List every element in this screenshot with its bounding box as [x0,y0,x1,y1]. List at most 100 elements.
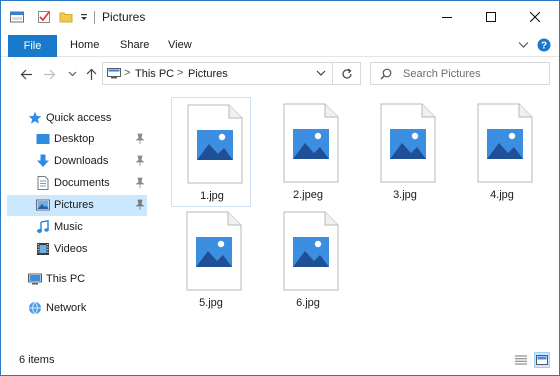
sidebar-item-network[interactable]: Network [7,298,147,319]
sidebar-item-label: Network [46,302,87,314]
this-pc-icon [107,68,121,79]
address-row: > This PC > Pictures Search Pictures [1,58,559,90]
pictures-icon [36,199,50,211]
large-icons-view-icon [536,355,548,365]
document-icon [37,176,49,190]
item-count: 6 items [19,354,55,366]
sidebar-item-downloads[interactable]: Downloads [7,151,147,172]
address-history-chevron-icon[interactable] [316,68,326,78]
sidebar-item-label: Documents [54,177,110,189]
status-bar: 6 items [1,347,559,375]
file-item[interactable]: 1.jpg [171,97,251,207]
file-item[interactable]: 5.jpg [171,205,251,315]
search-placeholder: Search Pictures [403,68,481,80]
download-arrow-icon [37,154,49,167]
file-item[interactable]: 2.jpeg [268,97,348,207]
recent-locations-button[interactable] [64,66,80,82]
image-file-icon [187,104,243,184]
tab-view[interactable]: View [168,39,192,51]
navigation-pane: Quick access Desktop Downloads Documents [1,91,151,341]
file-name: 1.jpg [200,190,224,202]
network-icon [29,301,41,315]
close-icon [530,12,540,22]
help-icon[interactable]: ? [537,38,551,52]
file-explorer-window: Pictures File Home Share View ? > This P… [0,0,560,376]
customize-quick-access-icon[interactable] [79,10,89,24]
file-name: 4.jpg [490,189,514,201]
image-file-icon [477,103,533,183]
breadcrumb-this-pc[interactable]: This PC [135,68,174,80]
tab-home[interactable]: Home [70,39,99,51]
search-input[interactable]: Search Pictures [370,62,550,85]
address-bar[interactable]: > This PC > Pictures [102,62,333,85]
pin-icon[interactable] [135,199,145,211]
svg-text:?: ? [541,41,547,52]
file-item[interactable]: 6.jpg [268,205,348,315]
breadcrumb-pictures[interactable]: Pictures [188,68,228,80]
sidebar-item-label: Videos [54,243,88,255]
pin-icon[interactable] [135,155,145,167]
back-button[interactable] [18,66,34,82]
details-view-icon [515,355,527,365]
file-name: 3.jpg [393,189,417,201]
sidebar-item-music[interactable]: Music [7,217,147,238]
file-item[interactable]: 3.jpg [365,97,445,207]
star-icon [28,111,42,124]
refresh-icon [341,68,352,79]
sidebar-item-label: Music [54,221,83,233]
maximize-icon [486,12,496,22]
chevron-down-icon [68,71,76,77]
search-icon [380,68,392,80]
maximize-button[interactable] [469,1,513,33]
close-button[interactable] [513,1,557,33]
tab-file[interactable]: File [8,35,57,57]
image-file-icon [186,211,242,291]
minimize-icon [442,17,452,18]
up-arrow-icon [86,68,96,80]
image-file-icon [380,103,436,183]
file-name: 2.jpeg [293,189,323,201]
back-arrow-icon [20,69,32,79]
forward-button[interactable] [41,66,57,82]
sidebar-item-quick-access[interactable]: Quick access [7,108,147,129]
pin-icon[interactable] [135,133,145,145]
sidebar-item-documents[interactable]: Documents [7,173,147,194]
breadcrumb-separator: > [124,67,131,79]
file-view: 1.jpg 2.jpeg 3.jpg 4.jpg 5.jpg 6.jpg [153,91,559,341]
refresh-button[interactable] [333,62,361,85]
sidebar-item-desktop[interactable]: Desktop [7,129,147,150]
sidebar-item-this-pc[interactable]: This PC [7,269,147,290]
large-icons-view-button[interactable] [534,352,550,368]
file-name: 6.jpg [296,297,320,309]
properties-icon[interactable] [37,10,51,24]
film-icon [37,243,49,255]
ribbon-tabs: File Home Share View ? [1,33,559,57]
computer-icon [28,273,42,285]
window-title: Pictures [102,10,146,24]
title-separator [94,11,95,24]
new-folder-icon[interactable] [59,10,73,24]
title-bar: Pictures [1,1,559,33]
pin-icon[interactable] [135,177,145,189]
sidebar-item-label: Quick access [46,112,112,124]
file-name: 5.jpg [199,297,223,309]
sidebar-item-videos[interactable]: Videos [7,239,147,260]
sidebar-item-label: Downloads [54,155,109,167]
tab-share[interactable]: Share [120,39,149,51]
sidebar-item-label: Desktop [54,133,95,145]
minimize-button[interactable] [425,1,469,33]
image-file-icon [283,211,339,291]
sidebar-item-label: Pictures [54,199,94,211]
expand-ribbon-chevron-icon[interactable] [518,41,529,49]
sidebar-item-pictures[interactable]: Pictures [7,195,147,216]
file-item[interactable]: 4.jpg [462,97,542,207]
breadcrumb-separator: > [177,67,184,79]
details-view-button[interactable] [513,352,529,368]
image-file-icon [283,103,339,183]
explorer-app-icon[interactable] [10,10,24,24]
up-button[interactable] [83,66,99,82]
sidebar-item-label: This PC [46,273,86,285]
desktop-icon [36,134,50,144]
forward-arrow-icon [43,69,55,79]
music-note-icon [37,220,49,233]
